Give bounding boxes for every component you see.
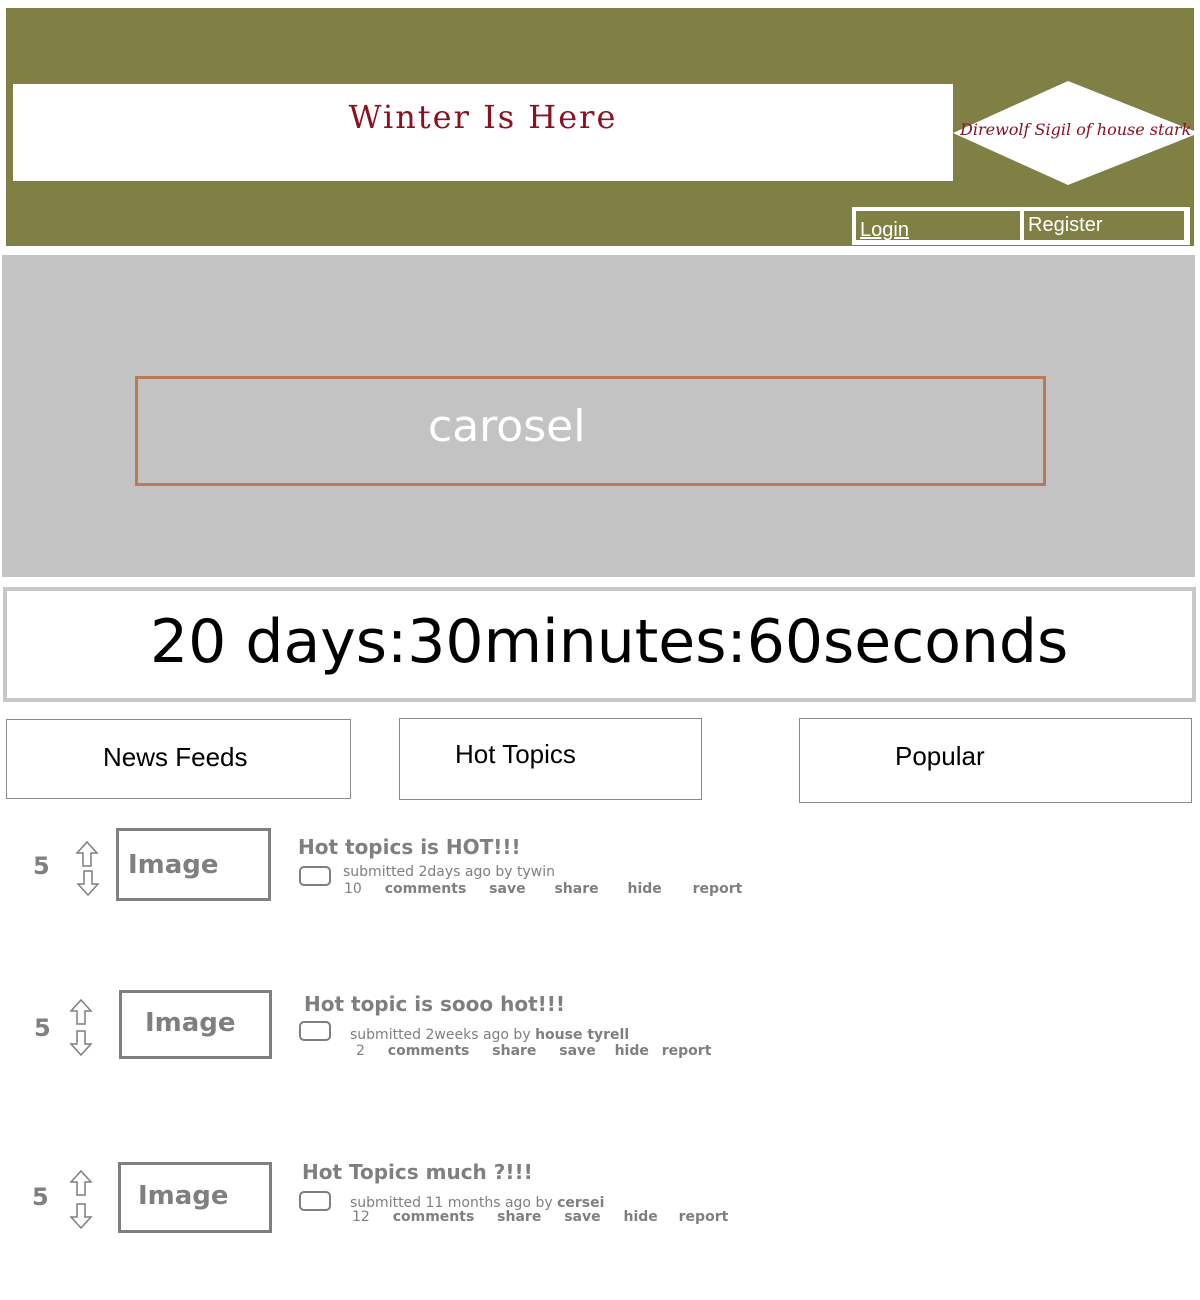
- hide-link[interactable]: hide: [623, 1209, 657, 1225]
- list-item: 5 Image Hot topic is sooo hot!!! submitt…: [0, 985, 1200, 1085]
- comments-link[interactable]: 10 comments: [344, 881, 466, 897]
- tab-label: Hot Topics: [455, 739, 576, 769]
- list-item: 5 Image Hot Topics much ?!!! submitted 1…: [0, 1155, 1200, 1255]
- share-link[interactable]: share: [554, 881, 598, 897]
- post-actions: 10 comments save share hide report: [344, 881, 760, 897]
- comments-link[interactable]: 2 comments: [356, 1043, 469, 1059]
- post-actions: 12 comments share save hide report: [352, 1209, 746, 1225]
- vote-score: 5: [32, 1183, 49, 1211]
- upvote-arrow-icon[interactable]: [74, 840, 100, 868]
- site-title: Winter Is Here: [348, 98, 618, 136]
- comments-link[interactable]: 12 comments: [352, 1209, 474, 1225]
- post-meta: submitted 2days ago by tywin: [343, 864, 555, 880]
- tab-hot-topics[interactable]: Hot Topics: [399, 718, 702, 800]
- countdown-text: 20 days:30minutes:60seconds: [150, 607, 1069, 677]
- save-link[interactable]: save: [564, 1209, 600, 1225]
- expand-toggle[interactable]: [299, 1191, 331, 1211]
- thumbnail-label: Image: [145, 1008, 236, 1038]
- share-link[interactable]: share: [492, 1043, 536, 1059]
- carousel[interactable]: carosel: [135, 376, 1046, 486]
- thumbnail-label: Image: [128, 850, 219, 880]
- thumbnail-label: Image: [138, 1181, 229, 1211]
- post-thumbnail[interactable]: Image: [118, 1162, 272, 1233]
- expand-toggle[interactable]: [299, 1021, 331, 1041]
- hide-link[interactable]: hide: [627, 881, 661, 897]
- post-thumbnail[interactable]: Image: [119, 990, 272, 1059]
- auth-bar: Login Register: [852, 207, 1190, 245]
- post-author[interactable]: tywin: [517, 864, 555, 880]
- post-meta: submitted 2weeks ago by house tyrell: [350, 1027, 629, 1043]
- post-title[interactable]: Hot topic is sooo hot!!!: [304, 992, 565, 1016]
- post-thumbnail[interactable]: Image: [116, 828, 271, 901]
- vote-score: 5: [34, 1014, 51, 1042]
- title-banner: Winter Is Here: [13, 84, 953, 181]
- vote-score: 5: [33, 852, 50, 880]
- tab-popular[interactable]: Popular: [799, 718, 1192, 803]
- save-link[interactable]: save: [559, 1043, 595, 1059]
- downvote-arrow-icon[interactable]: [75, 869, 101, 897]
- list-item: 5 Image Hot topics is HOT!!! submitted 2…: [0, 825, 1200, 925]
- carousel-label: carosel: [428, 401, 586, 452]
- report-link[interactable]: report: [662, 1043, 712, 1059]
- login-button[interactable]: Login: [856, 211, 1020, 241]
- countdown-timer: 20 days:30minutes:60seconds: [3, 587, 1196, 702]
- upvote-arrow-icon[interactable]: [68, 998, 94, 1026]
- expand-toggle[interactable]: [299, 866, 331, 886]
- tab-label: News Feeds: [103, 742, 248, 772]
- upvote-arrow-icon[interactable]: [68, 1169, 94, 1197]
- share-link[interactable]: share: [497, 1209, 541, 1225]
- report-link[interactable]: report: [679, 1209, 729, 1225]
- post-title[interactable]: Hot Topics much ?!!!: [302, 1160, 533, 1184]
- tab-news-feeds[interactable]: News Feeds: [6, 719, 351, 799]
- downvote-arrow-icon[interactable]: [68, 1029, 94, 1057]
- tab-label: Popular: [895, 741, 985, 771]
- save-link[interactable]: save: [489, 881, 525, 897]
- submitted-text: submitted 2days ago by: [343, 864, 518, 880]
- register-button[interactable]: Register: [1024, 211, 1184, 240]
- post-actions: 2 comments share save hide report: [356, 1043, 729, 1059]
- report-link[interactable]: report: [693, 881, 743, 897]
- downvote-arrow-icon[interactable]: [68, 1202, 94, 1230]
- submitted-text: submitted 2weeks ago by: [350, 1027, 536, 1043]
- post-author[interactable]: house tyrell: [535, 1027, 629, 1043]
- hide-link[interactable]: hide: [615, 1043, 649, 1059]
- post-title[interactable]: Hot topics is HOT!!!: [298, 835, 521, 859]
- sigil-caption: Direwolf Sigil of house stark: [960, 120, 1192, 139]
